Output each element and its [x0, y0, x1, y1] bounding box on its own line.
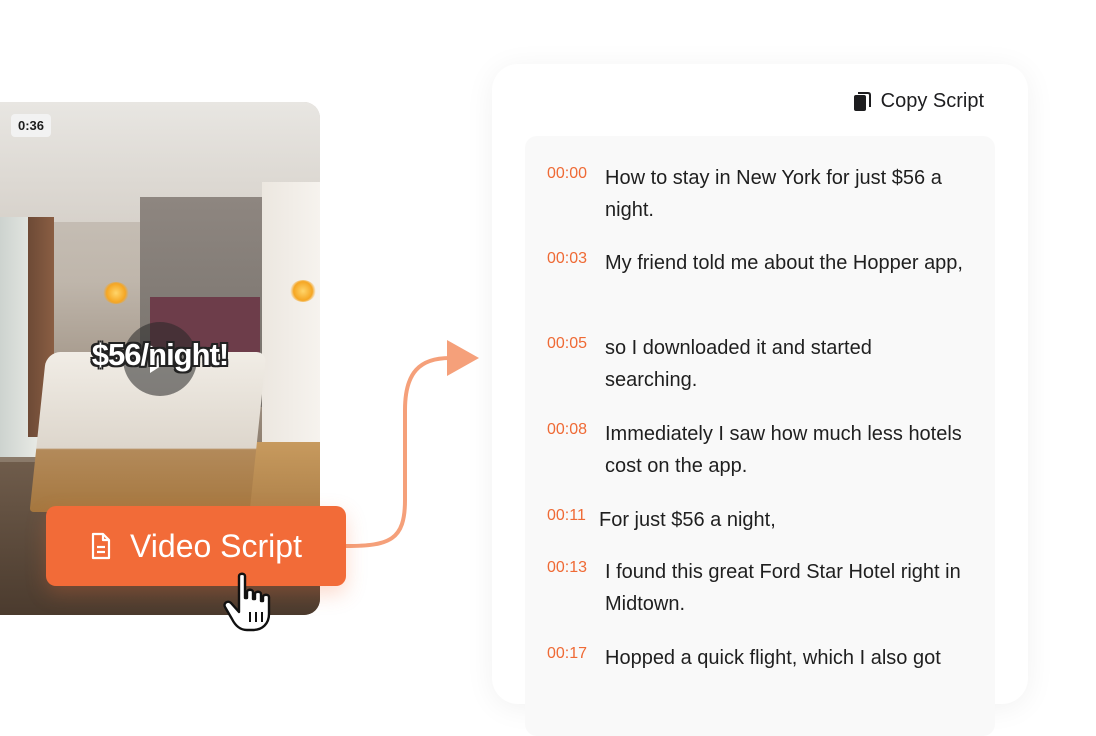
hand-pointer-icon [223, 572, 271, 632]
video-script-label: Video Script [130, 527, 302, 564]
video-script-button[interactable]: Video Script [46, 506, 346, 586]
document-icon [90, 532, 112, 560]
